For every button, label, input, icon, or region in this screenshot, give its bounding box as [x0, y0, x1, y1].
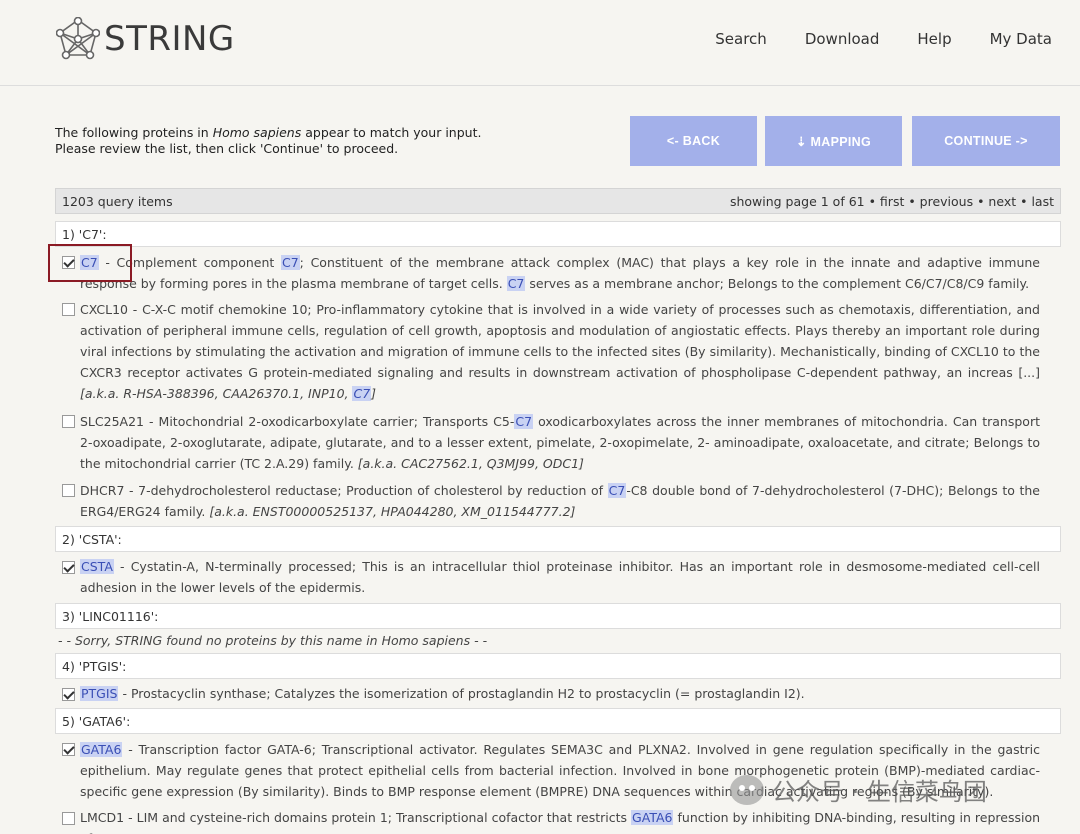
- back-button[interactable]: <- BACK: [630, 116, 757, 166]
- logo-text: STRING: [104, 19, 235, 59]
- match-highlight: C7: [607, 483, 627, 498]
- query-header-gata6: 5) 'GATA6':: [55, 708, 1061, 734]
- query-header-ptgis: 4) 'PTGIS':: [55, 653, 1061, 679]
- intro-suffix: appear to match your input.: [301, 125, 482, 140]
- list-item-cxcl10: CXCL10 - C-X-C motif chemokine 10; Pro-i…: [80, 299, 1040, 404]
- desc-text: - Prostacyclin synthase; Catalyzes the i…: [118, 686, 805, 701]
- list-item-dhcr7: DHCR7 - 7-dehydrocholesterol reductase; …: [80, 480, 1040, 522]
- match-highlight: C7: [352, 386, 372, 401]
- top-nav: Search Download Help My Data: [715, 30, 1052, 48]
- match-highlight: C7: [280, 255, 300, 270]
- header: STRING Search Download Help My Data: [0, 0, 1080, 86]
- selection-highlight-box: [48, 244, 132, 282]
- query-count: 1203 query items: [62, 193, 173, 209]
- intro-prefix: The following proteins in: [55, 125, 213, 140]
- list-item-slc25a21: SLC25A21 - Mitochondrial 2-oxodicarboxyl…: [80, 411, 1040, 474]
- list-item-lmcd1: LMCD1 - LIM and cysteine-rich domains pr…: [80, 807, 1040, 834]
- nav-search[interactable]: Search: [715, 30, 767, 48]
- nav-my-data[interactable]: My Data: [990, 30, 1052, 48]
- nav-help[interactable]: Help: [917, 30, 951, 48]
- watermark: 公众号 · 生信菜鸟团: [730, 772, 987, 807]
- watermark-text: 公众号 · 生信菜鸟团: [772, 778, 987, 806]
- aka-text: [a.k.a. ENST00000525137, HPA044280, XM_0…: [209, 504, 576, 519]
- list-item-ptgis: PTGIS - Prostacyclin synthase; Catalyzes…: [80, 683, 1040, 704]
- match-highlight: GATA6: [631, 810, 674, 825]
- aka-text: [a.k.a. CAC27562.1, Q3MJ99, ODC1]: [357, 456, 584, 471]
- protein-name-gata6[interactable]: GATA6: [80, 742, 123, 757]
- pagination[interactable]: showing page 1 of 61 • first • previous …: [730, 194, 1054, 209]
- no-match-message: - - Sorry, STRING found no proteins by t…: [58, 633, 488, 648]
- intro-line2: Please review the list, then click 'Cont…: [55, 141, 399, 156]
- checkbox-cxcl10[interactable]: [62, 303, 75, 316]
- nav-download[interactable]: Download: [805, 30, 880, 48]
- list-item-csta: CSTA - Cystatin-A, N-terminally processe…: [80, 556, 1040, 598]
- desc-text: SLC25A21 - Mitochondrial 2-oxodicarboxyl…: [80, 414, 515, 429]
- desc-text: serves as a membrane anchor; Belongs to …: [525, 276, 1030, 291]
- match-highlight: C7: [506, 276, 526, 291]
- aka-text: ]: [371, 386, 377, 401]
- continue-button[interactable]: CONTINUE ->: [912, 116, 1060, 166]
- desc-text: CXCL10 - C-X-C motif chemokine 10; Pro-i…: [80, 302, 1040, 380]
- query-header-csta: 2) 'CSTA':: [55, 526, 1061, 552]
- protein-name-ptgis[interactable]: PTGIS: [80, 686, 119, 701]
- desc-text: LMCD1 - LIM and cysteine-rich domains pr…: [80, 810, 632, 825]
- protein-name-csta[interactable]: CSTA: [80, 559, 114, 574]
- desc-text: DHCR7 - 7-dehydrocholesterol reductase; …: [80, 483, 608, 498]
- checkbox-lmcd1[interactable]: [62, 812, 75, 825]
- query-header-linc01116: 3) 'LINC01116':: [55, 603, 1061, 629]
- checkbox-gata6[interactable]: [62, 743, 75, 756]
- summary-bar: 1203 query items showing page 1 of 61 • …: [55, 188, 1061, 214]
- mapping-button[interactable]: ⇣ MAPPING: [765, 116, 902, 166]
- desc-text: - Cystatin-A, N-terminally processed; Th…: [80, 559, 1040, 595]
- checkbox-dhcr7[interactable]: [62, 484, 75, 497]
- wechat-icon: [730, 774, 764, 805]
- list-item-c7: C7 - Complement component C7; Constituen…: [80, 252, 1040, 294]
- intro-text: The following proteins in Homo sapiens a…: [55, 125, 481, 157]
- network-logo-icon: [56, 17, 100, 60]
- checkbox-csta[interactable]: [62, 561, 75, 574]
- checkbox-ptgis[interactable]: [62, 688, 75, 701]
- query-header-c7: 1) 'C7':: [55, 221, 1061, 247]
- match-highlight: C7: [514, 414, 534, 429]
- string-logo[interactable]: STRING: [56, 16, 235, 62]
- checkbox-slc25a21[interactable]: [62, 415, 75, 428]
- intro-species: Homo sapiens: [212, 125, 302, 140]
- aka-text: [a.k.a. R-HSA-388396, CAA26370.1, INP10,: [80, 386, 353, 401]
